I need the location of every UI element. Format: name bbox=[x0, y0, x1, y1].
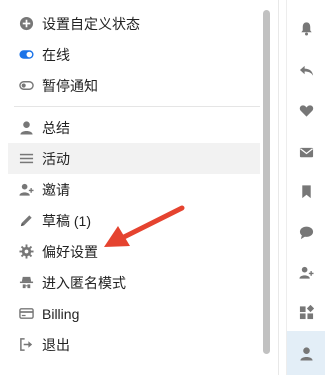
comment-icon bbox=[299, 225, 314, 240]
rail-button-replies[interactable] bbox=[287, 56, 325, 84]
user-menu-screen: 设置自定义状态 在线 暂停通知 总结 活动 邀请 草稿 (1) 偏好设置 进入匿… bbox=[0, 0, 325, 375]
menu-item-label: 设置自定义状态 bbox=[42, 15, 140, 32]
rail-button-notifications[interactable] bbox=[287, 14, 325, 42]
credit-card-icon bbox=[18, 306, 34, 322]
rail-button-chat[interactable] bbox=[287, 218, 325, 246]
menu-item-label: Billing bbox=[42, 305, 80, 322]
menu-item-preferences[interactable]: 偏好设置 bbox=[8, 236, 260, 267]
user-icon bbox=[299, 346, 314, 361]
toggle-off-icon bbox=[18, 78, 34, 94]
pencil-icon bbox=[18, 213, 34, 229]
menu-item-label: 偏好设置 bbox=[42, 243, 98, 260]
menu-list: 设置自定义状态 在线 暂停通知 总结 活动 邀请 草稿 (1) 偏好设置 进入匿… bbox=[8, 8, 260, 360]
menu-divider bbox=[14, 106, 260, 107]
menu-item-label: 总结 bbox=[42, 119, 70, 136]
user-plus-icon bbox=[299, 265, 314, 280]
menu-item-invite[interactable]: 邀请 bbox=[8, 174, 260, 205]
menu-scrollbar-thumb[interactable] bbox=[263, 10, 270, 354]
menu-item-online[interactable]: 在线 bbox=[8, 39, 260, 70]
rail-button-messages[interactable] bbox=[287, 138, 325, 166]
rail-button-profile[interactable] bbox=[287, 331, 325, 375]
rail-button-bookmarks[interactable] bbox=[287, 177, 325, 205]
rail-button-invite[interactable] bbox=[287, 258, 325, 286]
user-dropdown-menu: 设置自定义状态 在线 暂停通知 总结 活动 邀请 草稿 (1) 偏好设置 进入匿… bbox=[0, 0, 279, 375]
reply-icon bbox=[299, 63, 314, 78]
plus-circle-icon bbox=[18, 16, 34, 32]
menu-scrollbar[interactable] bbox=[262, 8, 271, 356]
heart-icon bbox=[299, 103, 314, 118]
menu-item-billing[interactable]: Billing bbox=[8, 298, 260, 329]
envelope-icon bbox=[299, 145, 314, 160]
menu-item-incognito[interactable]: 进入匿名模式 bbox=[8, 267, 260, 298]
user-plus-icon bbox=[18, 182, 34, 198]
bookmark-icon bbox=[299, 184, 314, 199]
gear-icon bbox=[18, 244, 34, 260]
menu-item-label: 邀请 bbox=[42, 181, 70, 198]
user-icon bbox=[18, 120, 34, 136]
rail-button-widgets[interactable] bbox=[287, 298, 325, 326]
menu-item-drafts[interactable]: 草稿 (1) bbox=[8, 205, 260, 236]
menu-item-activity[interactable]: 活动 bbox=[8, 143, 260, 174]
menu-item-label: 进入匿名模式 bbox=[42, 274, 126, 291]
toggle-on-icon bbox=[18, 47, 34, 63]
menu-item-logout[interactable]: 退出 bbox=[8, 329, 260, 360]
quick-access-rail bbox=[286, 0, 325, 375]
sign-out-icon bbox=[18, 337, 34, 353]
bars-icon bbox=[18, 151, 34, 167]
menu-item-label: 暂停通知 bbox=[42, 77, 98, 94]
menu-item-label: 在线 bbox=[42, 46, 70, 63]
incognito-icon bbox=[18, 275, 34, 291]
widgets-icon bbox=[299, 304, 314, 320]
menu-item-pause-notifications[interactable]: 暂停通知 bbox=[8, 70, 260, 101]
bell-icon bbox=[299, 21, 314, 36]
menu-item-label: 退出 bbox=[42, 336, 70, 353]
menu-item-set-custom-status[interactable]: 设置自定义状态 bbox=[8, 8, 260, 39]
rail-button-likes[interactable] bbox=[287, 96, 325, 124]
menu-item-label: 草稿 (1) bbox=[42, 212, 91, 229]
menu-item-summary[interactable]: 总结 bbox=[8, 112, 260, 143]
menu-item-label: 活动 bbox=[42, 150, 70, 167]
